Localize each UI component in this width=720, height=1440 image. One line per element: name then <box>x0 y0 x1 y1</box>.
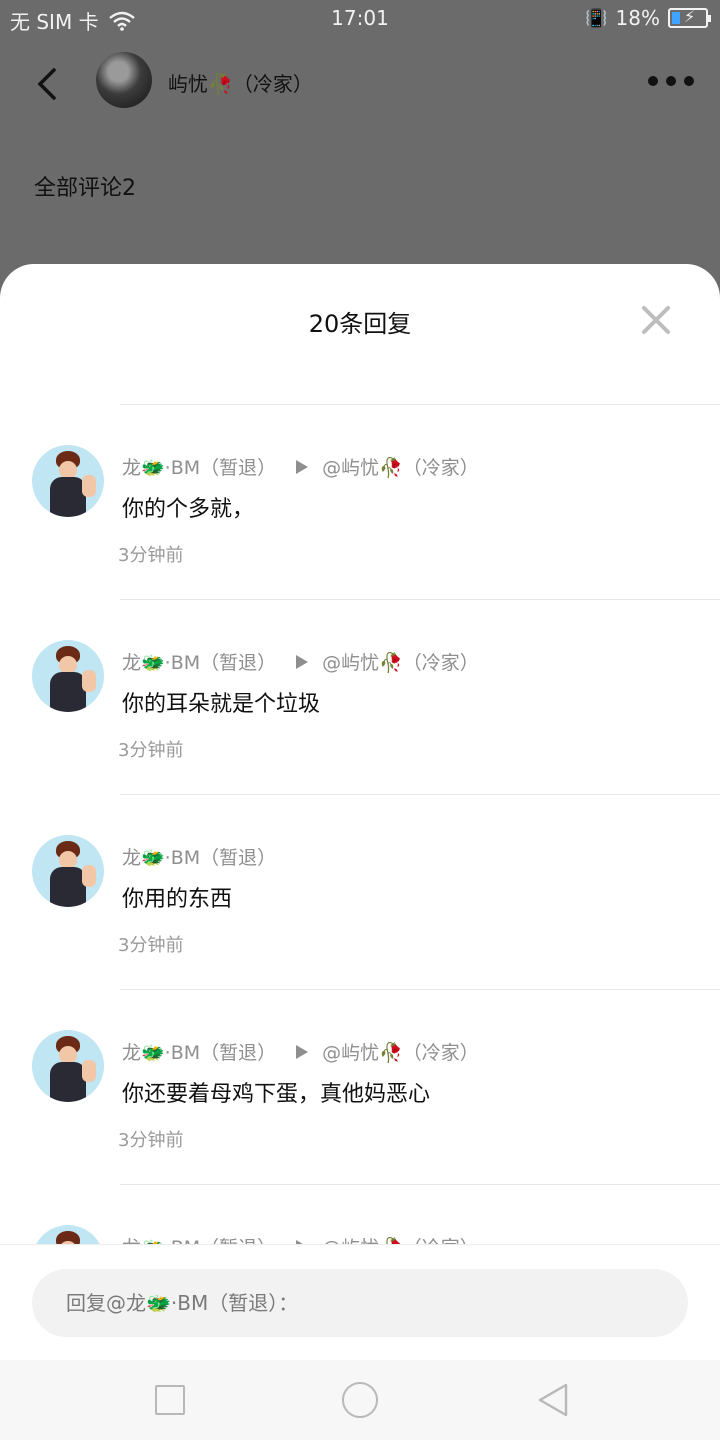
replies-sheet: 20条回复 龙🐲·BM（暂退） @屿忧🥀（冷家） 你的个多就， 3分钟前 龙🐲·… <box>0 264 720 1360</box>
battery-icon: ⚡ <box>668 7 711 28</box>
header-title[interactable]: 屿忧🥀（冷家） <box>168 68 313 97</box>
reply-author[interactable]: 龙🐲·BM（暂退） <box>122 453 276 480</box>
reply-input[interactable] <box>32 1269 688 1337</box>
avatar[interactable] <box>32 445 104 517</box>
reply-time: 3分钟前 <box>118 740 184 761</box>
reply-to[interactable]: @屿忧🥀（冷家） <box>322 648 479 675</box>
reply-time: 3分钟前 <box>118 935 184 956</box>
reply-arrow-icon <box>296 1044 309 1059</box>
reply-text: 你的耳朵就是个垃圾 <box>122 692 321 717</box>
close-icon[interactable] <box>640 304 672 336</box>
battery-percent: 18% <box>615 6 660 30</box>
reply-time: 3分钟前 <box>118 545 184 566</box>
list-item[interactable]: 龙🐲·BM（暂退） @屿忧🥀（冷家） 你的个多就， 3分钟前 <box>0 405 720 600</box>
reply-arrow-icon <box>296 654 309 669</box>
reply-to[interactable]: @屿忧🥀（冷家） <box>322 1038 479 1065</box>
all-comments-title: 全部评论2 <box>34 176 136 201</box>
reply-text: 你还要着母鸡下蛋，真他妈恶心 <box>122 1082 431 1107</box>
more-options-icon[interactable] <box>648 76 694 86</box>
list-item[interactable]: 龙🐲·BM（暂退） 你用的东西 3分钟前 <box>0 795 720 990</box>
avatar[interactable] <box>32 640 104 712</box>
reply-text: 你的个多就， <box>122 497 255 522</box>
reply-to[interactable]: @屿忧🥀（冷家） <box>322 453 479 480</box>
list-item[interactable]: 龙🐲·BM（暂退） @屿忧🥀（冷家） 你的耳朵就是个垃圾 3分钟前 <box>0 600 720 795</box>
reply-text: 你用的东西 <box>122 887 233 912</box>
back-button[interactable] <box>536 1382 570 1418</box>
header-avatar[interactable] <box>96 52 152 108</box>
list-item[interactable]: 龙🐲·BM（暂退） @屿忧🥀（冷家） 你还要着母鸡下蛋，真他妈恶心 3分钟前 <box>0 990 720 1185</box>
reply-time: 3分钟前 <box>118 1130 184 1151</box>
system-nav-bar <box>0 1360 720 1440</box>
chat-header: 屿忧🥀（冷家） <box>0 36 720 128</box>
avatar[interactable] <box>32 835 104 907</box>
reply-bar <box>0 1244 720 1360</box>
back-arrow-icon[interactable] <box>34 66 60 102</box>
reply-arrow-icon <box>296 459 309 474</box>
sheet-title: 20条回复 <box>308 310 412 338</box>
avatar[interactable] <box>32 1030 104 1102</box>
reply-author[interactable]: 龙🐲·BM（暂退） <box>122 843 276 870</box>
status-bar: 无 SIM 卡 17:01 📳 18% ⚡ <box>0 0 720 36</box>
home-button[interactable] <box>342 1382 378 1418</box>
reply-author[interactable]: 龙🐲·BM（暂退） <box>122 1038 276 1065</box>
vibrate-off-icon: 📳 <box>585 7 608 29</box>
recents-button[interactable] <box>155 1385 185 1415</box>
reply-author[interactable]: 龙🐲·BM（暂退） <box>122 648 276 675</box>
